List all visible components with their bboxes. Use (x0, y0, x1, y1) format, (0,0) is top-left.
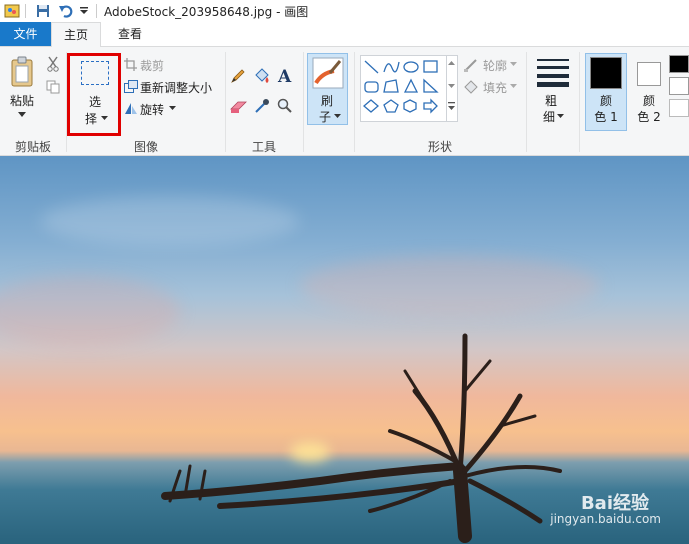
brushes-label-line1: 刷 (320, 94, 333, 108)
group-separator (225, 52, 226, 152)
size-label-line1[interactable]: 粗 (541, 93, 561, 109)
tab-file[interactable]: 文件 (0, 22, 51, 46)
outline-dropdown-chevron-icon[interactable] (510, 62, 518, 68)
crop-button-label[interactable]: 裁剪 (140, 57, 164, 74)
shapes-gallery-scroll-arrows[interactable] (448, 60, 456, 116)
size-lines-icon[interactable] (536, 57, 570, 87)
color1-label-line1: 颜 (599, 94, 612, 108)
resize-icon[interactable] (124, 80, 138, 93)
palette-swatch-empty[interactable] (669, 99, 689, 117)
image-group-label: 图像 (133, 140, 158, 154)
group-separator (579, 52, 580, 152)
pencil-icon[interactable] (230, 68, 246, 84)
cloud (0, 276, 180, 346)
shapes-gallery-icons (363, 60, 439, 114)
rotate-button-label[interactable]: 旋转 (140, 101, 164, 118)
tab-view[interactable]: 查看 (101, 22, 159, 46)
title-bar: AdobeStock_203958648.jpg - 画图 (0, 0, 689, 22)
palette-swatch-black[interactable] (669, 55, 689, 73)
undo-icon[interactable] (58, 3, 74, 19)
magnifier-icon[interactable] (277, 98, 293, 114)
rotate-icon[interactable] (124, 102, 138, 115)
resize-button-label[interactable]: 重新调整大小 (140, 79, 212, 96)
window-title: AdobeStock_203958648.jpg - 画图 (104, 5, 309, 19)
cloud (300, 256, 600, 316)
select-button-label-line2[interactable]: 择 (80, 111, 102, 127)
group-separator (526, 52, 527, 152)
fill-icon[interactable] (463, 79, 479, 95)
watermark-url: jingyan.baidu.com (550, 512, 661, 526)
color2-swatch[interactable] (637, 62, 661, 86)
brush-icon (312, 57, 344, 89)
paste-button-label[interactable]: 粘贴 (6, 93, 38, 109)
cloud (40, 196, 300, 246)
customize-toolbar-chevron-icon[interactable] (79, 6, 89, 16)
driftwood-tree (161, 333, 562, 543)
group-separator (354, 52, 355, 152)
crop-icon[interactable] (124, 58, 137, 71)
color1-swatch (590, 57, 622, 89)
clipboard-group-label: 剪贴板 (14, 140, 51, 154)
cut-icon[interactable] (46, 56, 60, 72)
outline-button-label[interactable]: 轮廓 (483, 57, 507, 74)
tab-home[interactable]: 主页 (51, 22, 101, 47)
paint-app-icon[interactable] (4, 3, 20, 19)
tools-group-label: 工具 (251, 140, 276, 154)
select-dropdown-chevron-icon[interactable] (101, 116, 109, 122)
rotate-dropdown-chevron-icon[interactable] (169, 106, 177, 112)
paste-icon[interactable] (10, 56, 36, 88)
text-icon[interactable]: A (276, 66, 294, 84)
size-label-line2[interactable]: 细 (539, 109, 559, 125)
fill-dropdown-chevron-icon[interactable] (510, 84, 518, 90)
copy-icon[interactable] (46, 80, 60, 94)
save-icon[interactable] (35, 3, 51, 19)
image-canvas[interactable] (0, 156, 689, 544)
select-rectangle-icon[interactable] (81, 61, 109, 85)
palette-swatch-white[interactable] (669, 77, 689, 95)
size-dropdown-chevron-icon[interactable] (557, 114, 565, 120)
brushes-dropdown-chevron-icon[interactable] (334, 114, 342, 120)
color2-label-line2[interactable]: 色 2 (631, 109, 667, 125)
color2-label-line1[interactable]: 颜 (635, 93, 663, 109)
svg-text:A: A (277, 67, 292, 84)
select-button-label-line1[interactable]: 选 (80, 94, 110, 110)
fill-bucket-icon[interactable] (253, 68, 271, 84)
paste-dropdown-chevron-icon[interactable] (18, 112, 26, 118)
fill-button-label[interactable]: 填充 (483, 79, 507, 96)
outline-icon[interactable] (463, 57, 479, 73)
color1-label-line2: 色 1 (594, 110, 618, 124)
group-separator (303, 52, 304, 152)
color-picker-icon[interactable] (254, 98, 270, 114)
shapes-group-label: 形状 (427, 140, 452, 154)
eraser-icon[interactable] (230, 100, 248, 114)
